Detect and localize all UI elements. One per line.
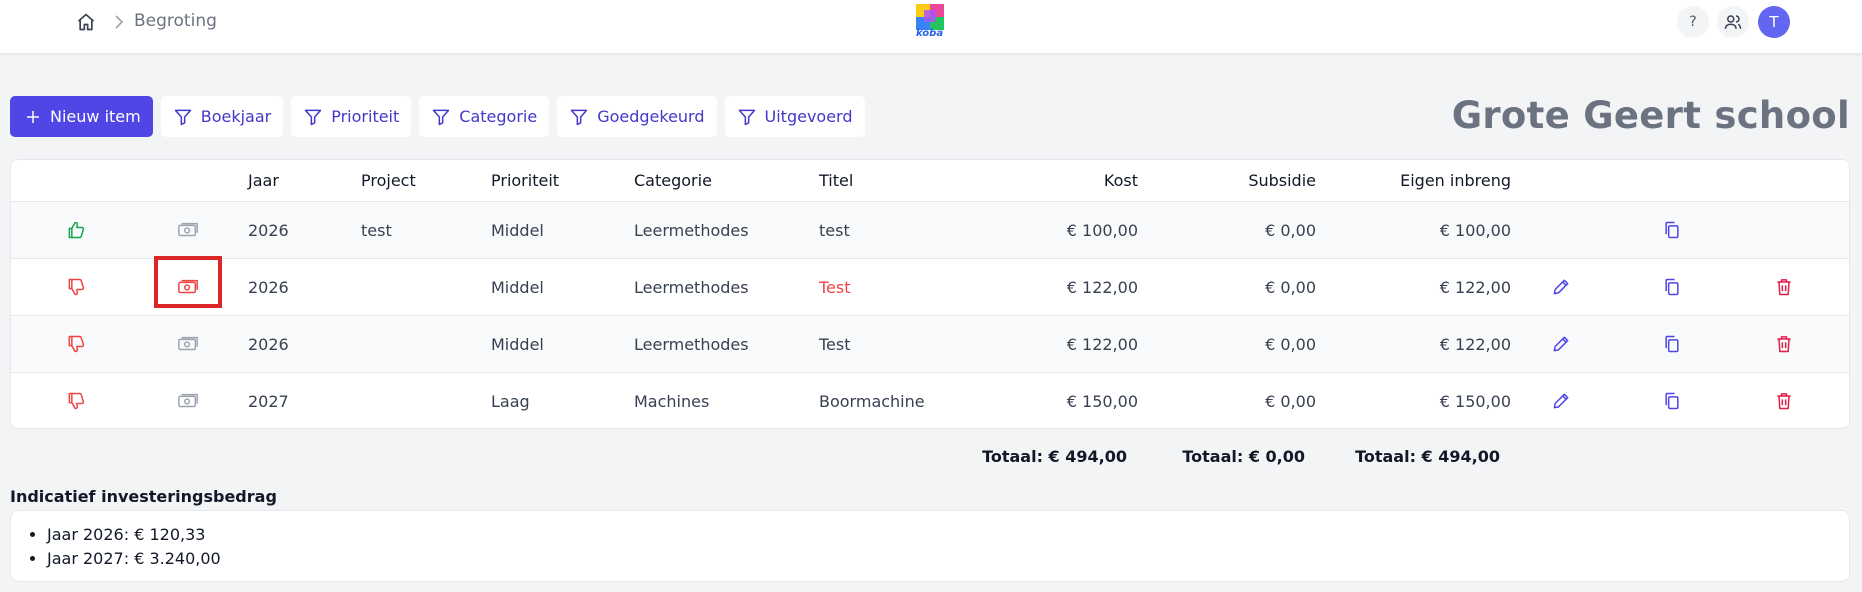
chevron-right-icon <box>112 13 126 31</box>
money-icon[interactable] <box>176 218 200 242</box>
edit-icon[interactable] <box>1549 389 1573 413</box>
filter-boekjaar-button[interactable]: Boekjaar <box>160 96 284 137</box>
cell-titel: test <box>819 221 850 240</box>
investment-title: Indicatief investeringsbedrag <box>10 487 277 506</box>
help-icon: ? <box>1689 14 1697 30</box>
filter-label: Uitgevoerd <box>764 107 853 126</box>
thumbs-down-icon[interactable] <box>64 389 88 413</box>
filter-icon <box>738 109 755 125</box>
money-icon[interactable] <box>176 389 200 413</box>
cell-categorie: Leermethodes <box>634 278 749 297</box>
cell-prioriteit: Laag <box>491 392 530 411</box>
investment-item: Jaar 2027: € 3.240,00 <box>47 547 1835 571</box>
cell-prioriteit: Middel <box>491 335 544 354</box>
cell-titel: Boormachine <box>819 392 925 411</box>
filter-goedgekeurd-button[interactable]: Goedgekeurd <box>557 96 717 137</box>
header-prioriteit[interactable]: Prioriteit <box>491 171 559 190</box>
cell-subsidie: € 0,00 <box>1265 392 1316 411</box>
table-header: Jaar Project Prioriteit Categorie Titel … <box>11 160 1849 202</box>
copy-icon[interactable] <box>1660 389 1684 413</box>
table-row: 2026 Middel Leermethodes Test € 122,00 € 0,00… <box>11 316 1849 373</box>
users-icon <box>1724 15 1742 29</box>
investment-box: Jaar 2026: € 120,33 Jaar 2027: € 3.240,0… <box>10 510 1850 582</box>
home-icon[interactable] <box>75 11 97 33</box>
header-subsidie[interactable]: Subsidie <box>1248 171 1316 190</box>
filter-prioriteit-button[interactable]: Prioriteit <box>291 96 412 137</box>
investment-list: Jaar 2026: € 120,33 Jaar 2027: € 3.240,0… <box>25 523 1835 571</box>
edit-icon[interactable] <box>1549 332 1573 356</box>
edit-icon[interactable] <box>1549 275 1573 299</box>
header-project[interactable]: Project <box>361 171 416 190</box>
cell-subsidie: € 0,00 <box>1265 221 1316 240</box>
toolbar: Nieuw item Boekjaar Prioriteit Categorie… <box>10 96 865 138</box>
cell-kost: € 122,00 <box>1066 278 1138 297</box>
total-eigen-inbreng: Totaal: € 494,00 <box>1355 447 1500 466</box>
filter-icon <box>174 109 191 125</box>
copy-icon[interactable] <box>1660 275 1684 299</box>
delete-icon[interactable] <box>1772 332 1796 356</box>
money-icon[interactable] <box>176 332 200 356</box>
users-button[interactable] <box>1717 6 1749 38</box>
cell-eigen-inbreng: € 122,00 <box>1439 278 1511 297</box>
cell-prioriteit: Middel <box>491 278 544 297</box>
plus-icon <box>27 110 39 123</box>
filter-label: Prioriteit <box>331 107 400 126</box>
filter-icon <box>304 109 322 125</box>
cell-jaar: 2026 <box>248 221 289 240</box>
cell-jaar: 2026 <box>248 278 289 297</box>
logo-text: koba <box>916 28 944 39</box>
delete-icon[interactable] <box>1772 275 1796 299</box>
cell-categorie: Leermethodes <box>634 335 749 354</box>
thumbs-down-icon[interactable] <box>64 332 88 356</box>
cell-titel: Test <box>819 335 851 354</box>
copy-icon[interactable] <box>1660 218 1684 242</box>
filter-categorie-button[interactable]: Categorie <box>419 96 550 137</box>
cell-categorie: Leermethodes <box>634 221 749 240</box>
copy-icon[interactable] <box>1660 332 1684 356</box>
cell-kost: € 150,00 <box>1066 392 1138 411</box>
school-name: Grote Geert school <box>1451 94 1850 137</box>
total-kost: Totaal: € 494,00 <box>982 447 1127 466</box>
avatar[interactable]: T <box>1758 6 1790 38</box>
breadcrumb-current: Begroting <box>134 11 217 31</box>
cell-eigen-inbreng: € 100,00 <box>1439 221 1511 240</box>
help-button[interactable]: ? <box>1677 6 1709 38</box>
highlight-box <box>154 256 222 308</box>
cell-jaar: 2026 <box>248 335 289 354</box>
filter-label: Goedgekeurd <box>597 107 705 126</box>
cell-jaar: 2027 <box>248 392 289 411</box>
cell-categorie: Machines <box>634 392 710 411</box>
cell-project: test <box>361 221 392 240</box>
table-row: 2027 Laag Machines Boormachine € 150,00 € 0,0… <box>11 373 1849 428</box>
thumbs-down-icon[interactable] <box>64 275 88 299</box>
header-kost[interactable]: Kost <box>1104 171 1138 190</box>
cell-eigen-inbreng: € 122,00 <box>1439 335 1511 354</box>
total-subsidie: Totaal: € 0,00 <box>1182 447 1305 466</box>
filter-uitgevoerd-button[interactable]: Uitgevoerd <box>724 96 865 137</box>
cell-kost: € 122,00 <box>1066 335 1138 354</box>
cell-prioriteit: Middel <box>491 221 544 240</box>
top-bar: Begroting koba ? T <box>0 0 1862 54</box>
cell-subsidie: € 0,00 <box>1265 278 1316 297</box>
filter-icon <box>570 109 588 125</box>
cell-eigen-inbreng: € 150,00 <box>1439 392 1511 411</box>
header-eigen-inbreng[interactable]: Eigen inbreng <box>1400 171 1511 190</box>
filter-icon <box>433 109 450 125</box>
thumbs-up-icon[interactable] <box>64 218 88 242</box>
new-item-button[interactable]: Nieuw item <box>10 96 153 137</box>
investment-item: Jaar 2026: € 120,33 <box>47 523 1835 547</box>
header-categorie[interactable]: Categorie <box>634 171 712 190</box>
delete-icon[interactable] <box>1772 389 1796 413</box>
table-row: 2026 test Middel Leermethodes test € 100,00 € … <box>11 202 1849 259</box>
header-titel[interactable]: Titel <box>819 171 853 190</box>
cell-titel: Test <box>819 278 851 297</box>
budget-table: Jaar Project Prioriteit Categorie Titel … <box>10 159 1850 429</box>
cell-subsidie: € 0,00 <box>1265 335 1316 354</box>
table-row: 2026 Middel Leermethodes Test € 122,00 € 0,00… <box>11 259 1849 316</box>
cell-kost: € 100,00 <box>1066 221 1138 240</box>
filter-label: Categorie <box>459 107 538 126</box>
new-item-label: Nieuw item <box>50 107 141 126</box>
header-jaar[interactable]: Jaar <box>248 171 279 190</box>
filter-label: Boekjaar <box>200 107 272 126</box>
